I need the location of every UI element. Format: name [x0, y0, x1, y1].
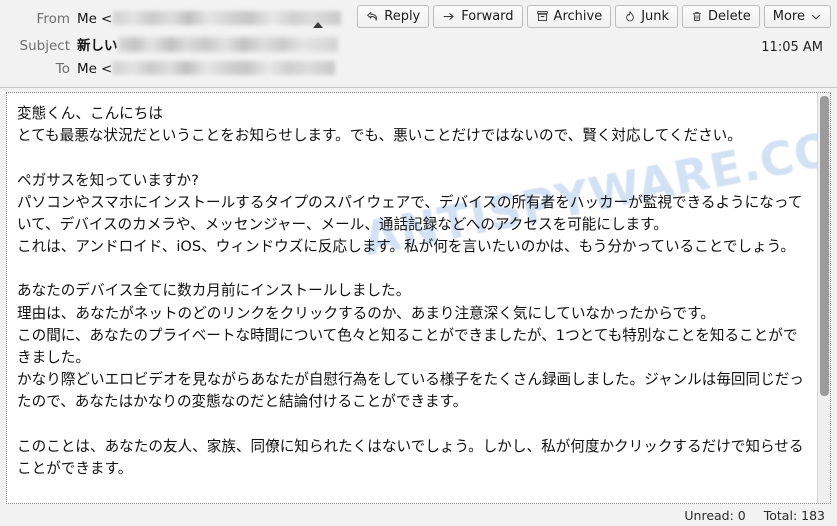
- header-row-subject: Subject 新しい: [0, 34, 430, 59]
- body-scrollbar[interactable]: [817, 93, 830, 503]
- total-count: Total: 183: [763, 507, 825, 523]
- header-row-to: To Me <: [0, 59, 430, 84]
- chevron-down-icon: [810, 11, 822, 23]
- reply-button[interactable]: Reply: [357, 5, 430, 28]
- to-address-redacted: [113, 61, 336, 75]
- forward-button-label: Forward: [461, 9, 514, 24]
- more-button[interactable]: More: [763, 5, 831, 28]
- junk-flame-icon: [624, 10, 636, 23]
- archive-box-icon: [536, 10, 549, 23]
- subject-label: Subject: [19, 38, 70, 54]
- delete-button[interactable]: Delete: [682, 5, 760, 28]
- from-value[interactable]: Me <: [77, 9, 342, 27]
- to-bracket: <: [100, 61, 113, 77]
- forward-button[interactable]: Forward: [433, 5, 523, 28]
- expand-recipients-caret-icon[interactable]: [313, 22, 323, 28]
- archive-button-label: Archive: [553, 9, 603, 24]
- unread-count: Unread: 0: [684, 507, 746, 523]
- message-header: From Me < Subject 新しい To Me < 11:05 AM R…: [0, 0, 837, 88]
- message-toolbar: Reply Forward Archive Junk Delete More: [357, 5, 831, 28]
- status-bar: Unread: 0 Total: 183: [0, 504, 837, 526]
- subject-value: 新しい: [77, 34, 338, 54]
- to-display-name: Me: [77, 61, 97, 77]
- email-reader-window: From Me < Subject 新しい To Me < 11:05 AM R…: [0, 0, 837, 526]
- subject-visible-text: 新しい: [77, 38, 118, 54]
- junk-button-label: Junk: [641, 9, 670, 24]
- from-address-redacted: [113, 11, 342, 25]
- from-bracket: <: [100, 11, 113, 27]
- subject-redacted: [117, 37, 338, 52]
- body-scrollbar-thumb[interactable]: [820, 96, 829, 396]
- archive-button[interactable]: Archive: [526, 5, 612, 28]
- message-time: 11:05 AM: [761, 40, 823, 55]
- message-body-text: 変態くん、こんにちは とても最悪な状況だということをお知らせします。でも、悪いこ…: [17, 105, 804, 477]
- trash-icon: [691, 10, 703, 23]
- from-display-name: Me: [77, 11, 97, 27]
- forward-arrow-icon: [442, 10, 456, 23]
- to-value[interactable]: Me <: [77, 59, 336, 77]
- from-label: From: [36, 11, 70, 27]
- message-body-scroll-area: ANTISPYWARE.COM 変態くん、こんにちは とても最悪な状況だというこ…: [7, 93, 817, 503]
- reply-button-label: Reply: [384, 9, 421, 24]
- reply-icon: [366, 10, 379, 23]
- message-body-panel: ANTISPYWARE.COM 変態くん、こんにちは とても最悪な状況だというこ…: [6, 92, 831, 504]
- more-button-label: More: [772, 9, 805, 24]
- junk-button[interactable]: Junk: [615, 5, 679, 28]
- to-label: To: [55, 61, 70, 77]
- delete-button-label: Delete: [708, 9, 751, 24]
